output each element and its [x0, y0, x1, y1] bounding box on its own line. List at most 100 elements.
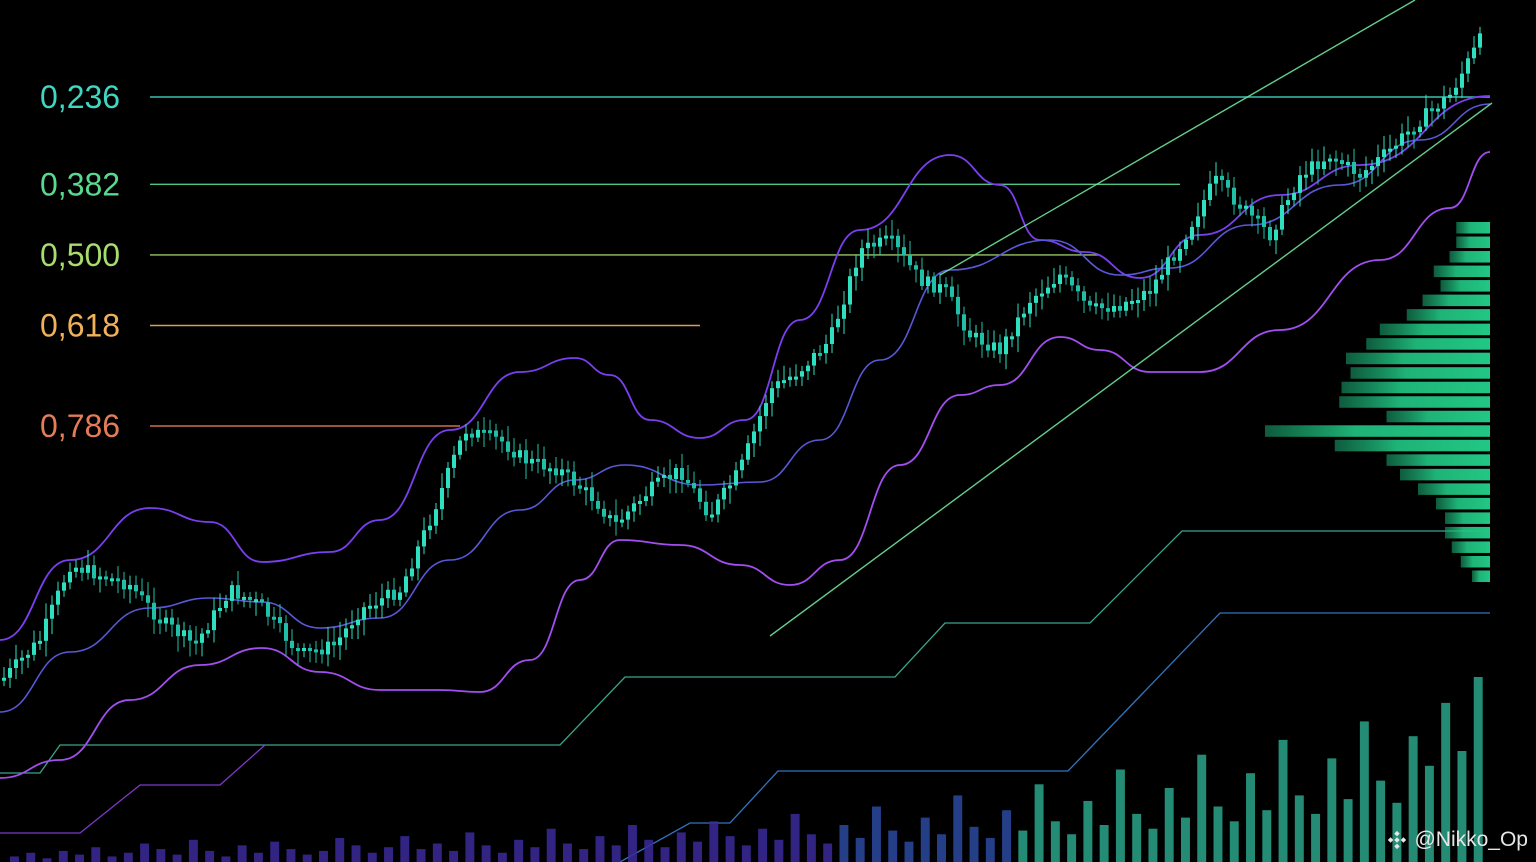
candle-body [386, 589, 390, 599]
lower-band [0, 151, 1491, 779]
volume-bar [188, 839, 198, 862]
candle-body [1394, 145, 1398, 149]
candle-body [272, 616, 276, 620]
candle-body [38, 640, 42, 644]
trend-line-upper [939, 0, 1416, 276]
candle-body [1130, 300, 1134, 304]
candle-body [518, 450, 522, 458]
volume-bar [221, 856, 231, 862]
volume-profile-bar [1386, 454, 1490, 466]
candle-body [704, 501, 708, 516]
candle-body [1070, 277, 1074, 286]
volume-profile-bar [1346, 352, 1490, 365]
volume-profile [1265, 222, 1490, 582]
candle-body [404, 576, 408, 593]
candle-body [182, 630, 186, 637]
candle-body [332, 641, 336, 646]
candle-body [866, 242, 870, 249]
candle-body [506, 441, 510, 452]
candle-body [500, 436, 504, 442]
volume-bar [546, 828, 556, 862]
candle-body [872, 242, 876, 247]
candle-body [446, 467, 450, 488]
candle-body [860, 248, 864, 268]
candle-body [584, 487, 588, 491]
candle-body [1166, 257, 1170, 275]
candle-body [1268, 226, 1272, 241]
candle-body [842, 304, 846, 319]
candle-body [1334, 158, 1338, 162]
volume-bar [806, 834, 816, 862]
candle-body [98, 576, 102, 580]
candle-body [1028, 302, 1032, 314]
volume-bars [10, 677, 1483, 862]
candle-body [266, 602, 270, 617]
candle-body [968, 330, 972, 338]
volume-bar [367, 852, 377, 862]
volume-bar [644, 839, 654, 862]
volume-bar [628, 825, 637, 862]
candle-body [572, 471, 576, 486]
volume-bar [839, 825, 849, 862]
watermark-text: @Nikko_Op [1414, 828, 1528, 851]
candle-body [818, 352, 822, 356]
candle-body [698, 488, 702, 502]
volume-profile-bar [1339, 396, 1490, 408]
candle-body [1160, 274, 1164, 280]
candle-body [392, 589, 396, 600]
candle-body [1202, 200, 1206, 217]
volume-profile-bar [1451, 541, 1490, 553]
candle-body [56, 590, 60, 605]
candle-body [1322, 161, 1326, 170]
candle-body [26, 654, 30, 658]
fibonacci-levels: 0,236 0,382 0,500 0,618 0,786 [40, 79, 1490, 444]
candle-body [116, 578, 120, 582]
candle-body [848, 276, 852, 305]
candle-body [176, 624, 180, 637]
candle-body [302, 648, 306, 652]
candle-body [608, 515, 612, 519]
candle-body [1232, 187, 1236, 205]
candle-body [638, 500, 642, 504]
candle-body [1136, 300, 1140, 304]
candle-body [1190, 226, 1194, 240]
candle-body [458, 440, 462, 455]
candle-body [656, 477, 660, 482]
candle-body [578, 485, 582, 489]
candle-body [452, 454, 456, 468]
candle-body [1406, 131, 1410, 135]
candle-body [602, 508, 606, 517]
volume-bar [1327, 758, 1337, 862]
candlesticks [2, 26, 1482, 688]
volume-bar [611, 845, 621, 862]
candle-body [110, 578, 114, 582]
candle-body [416, 546, 420, 569]
volume-bar [855, 837, 865, 862]
candle-body [422, 530, 426, 547]
candle-body [1040, 293, 1044, 297]
volume-bar [319, 850, 328, 862]
volume-bar [270, 841, 280, 862]
candle-body [50, 604, 54, 619]
volume-bar [1262, 810, 1272, 862]
volume-bar [953, 795, 963, 862]
candle-body [164, 617, 168, 624]
candle-body [596, 500, 600, 509]
volume-bar [725, 836, 735, 862]
candle-body [686, 479, 690, 483]
candle-body [782, 380, 786, 384]
volume-bar [1311, 813, 1321, 862]
candle-body [2, 677, 6, 681]
fib-label: 0,618 [40, 308, 120, 344]
candle-body [380, 598, 384, 606]
volume-bar [579, 849, 589, 862]
candle-body [1430, 108, 1434, 112]
candle-body [1412, 131, 1416, 135]
candle-body [734, 470, 738, 486]
candle-body [794, 376, 798, 380]
candle-body [80, 567, 84, 573]
candle-body [254, 599, 258, 603]
candle-body [1352, 161, 1356, 174]
candle-body [104, 576, 108, 580]
candle-body [788, 376, 792, 381]
